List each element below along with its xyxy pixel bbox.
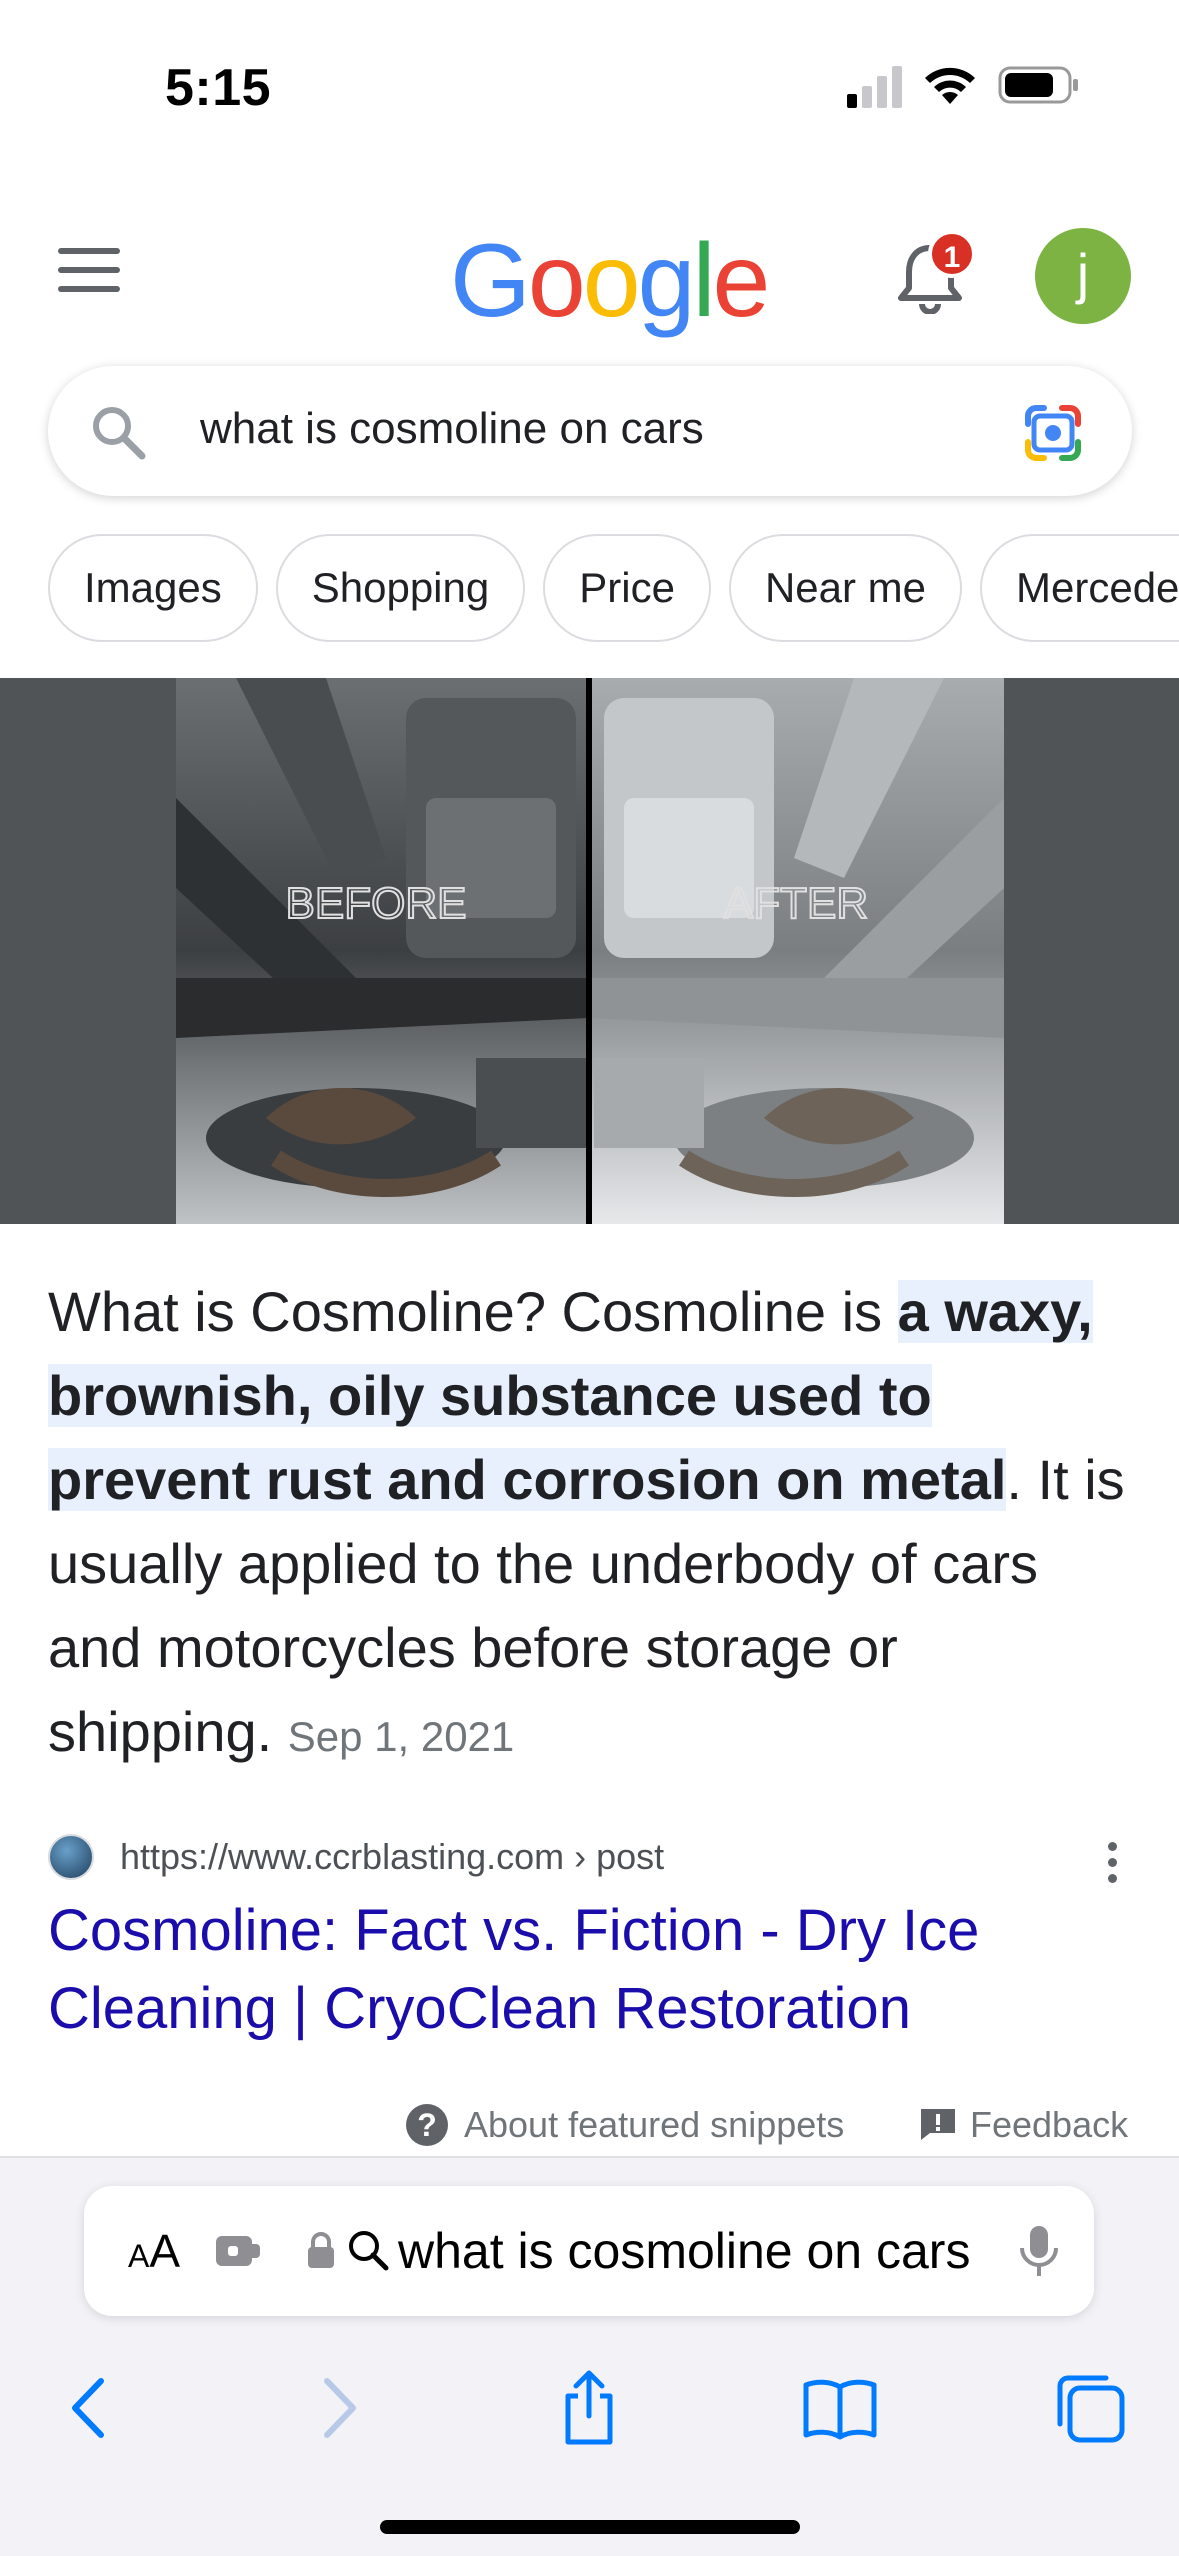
extensions-icon[interactable] xyxy=(214,2226,264,2276)
tabs-button[interactable] xyxy=(1030,2348,1150,2468)
notification-badge: 1 xyxy=(928,230,976,278)
back-button[interactable] xyxy=(28,2348,148,2468)
bookmarks-button[interactable] xyxy=(780,2348,900,2468)
battery-icon xyxy=(998,66,1078,104)
chip-price[interactable]: Price xyxy=(543,534,711,642)
search-box[interactable]: what is cosmoline on cars xyxy=(48,366,1132,496)
cellular-signal-icon xyxy=(847,66,902,108)
about-featured-snippets-link[interactable]: About featured snippets xyxy=(464,2104,844,2146)
google-logo[interactable]: Google xyxy=(450,222,771,341)
filter-chips: ImagesShoppingPriceNear meMercedes xyxy=(48,534,1179,642)
chip-near-me[interactable]: Near me xyxy=(728,534,962,642)
logo-letter: G xyxy=(450,223,531,339)
share-button[interactable] xyxy=(529,2348,649,2468)
safari-bottom-bar: AA what is cosmoline on cars xyxy=(0,2156,1179,2556)
safari-toolbar xyxy=(0,2348,1179,2468)
logo-letter: o xyxy=(527,223,586,339)
book-icon xyxy=(803,2379,877,2440)
status-bar: 5:15 xyxy=(0,0,1179,170)
help-icon[interactable]: ? xyxy=(406,2104,448,2146)
chevron-right-icon xyxy=(324,2378,356,2438)
featured-image-panel: BEFORE AFTER xyxy=(0,678,1179,1224)
site-favicon[interactable] xyxy=(48,1834,94,1880)
chip-mercedes[interactable]: Mercedes xyxy=(980,534,1179,642)
share-icon xyxy=(565,2370,613,2445)
chevron-left-icon xyxy=(72,2378,104,2438)
more-options-icon[interactable] xyxy=(1100,1842,1124,1888)
snippet-lead: What is Cosmoline? Cosmoline is xyxy=(48,1280,898,1343)
logo-letter: g xyxy=(637,223,696,339)
microphone-icon[interactable] xyxy=(1008,2220,1070,2282)
forward-button[interactable] xyxy=(280,2348,400,2468)
chip-images[interactable]: Images xyxy=(48,534,258,642)
source-url[interactable]: https://www.ccrblasting.com › post xyxy=(120,1836,664,1878)
google-lens-icon[interactable] xyxy=(1022,402,1084,464)
featured-snippet-text: What is Cosmoline? Cosmoline is a waxy, … xyxy=(48,1270,1138,1779)
after-label: AFTER xyxy=(724,879,868,928)
logo-letter: l xyxy=(692,223,715,339)
hamburger-menu-icon[interactable] xyxy=(58,248,120,294)
address-text[interactable]: what is cosmoline on cars xyxy=(398,2222,1038,2280)
account-avatar[interactable]: j xyxy=(1035,228,1131,324)
address-search-icon xyxy=(349,2231,389,2271)
feedback-icon[interactable] xyxy=(918,2106,958,2142)
search-query[interactable]: what is cosmoline on cars xyxy=(200,404,704,454)
status-time: 5:15 xyxy=(165,59,272,117)
search-icon xyxy=(93,407,146,460)
logo-letter: e xyxy=(712,223,771,339)
google-header: Google 1 j xyxy=(0,200,1179,340)
reader-aa-button[interactable]: AA xyxy=(128,2224,180,2278)
before-label: BEFORE xyxy=(286,879,467,928)
wifi-icon xyxy=(925,67,975,104)
home-indicator xyxy=(380,2520,800,2534)
address-bar[interactable]: AA what is cosmoline on cars xyxy=(84,2186,1094,2316)
before-after-car-image[interactable]: BEFORE AFTER xyxy=(176,678,1004,1224)
logo-letter: o xyxy=(582,223,641,339)
tabs-icon xyxy=(1057,2375,1125,2443)
snippet-footer: ? About featured snippets Feedback xyxy=(0,2096,1179,2156)
snippet-date: Sep 1, 2021 xyxy=(287,1713,515,1760)
lock-icon xyxy=(308,2232,334,2268)
chip-shopping[interactable]: Shopping xyxy=(275,534,526,642)
feedback-link[interactable]: Feedback xyxy=(970,2104,1128,2146)
result-title-link[interactable]: Cosmoline: Fact vs. Fiction - Dry Ice Cl… xyxy=(48,1892,1138,2048)
